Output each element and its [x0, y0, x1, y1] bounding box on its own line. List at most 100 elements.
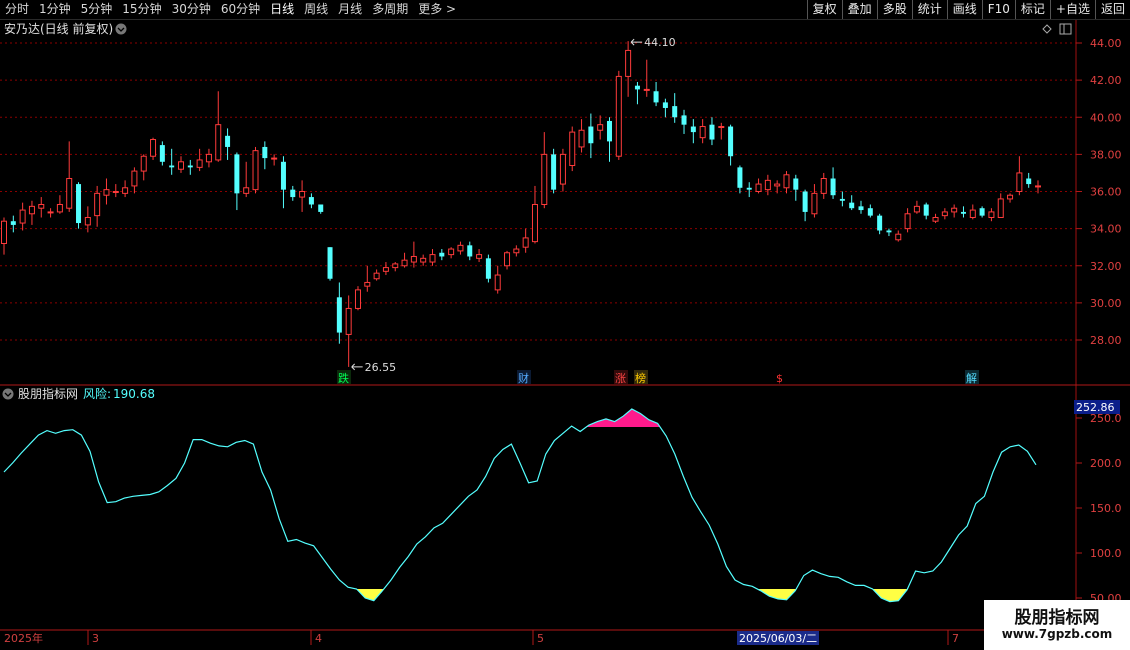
candle: [382, 262, 389, 276]
candle-body: [205, 153, 212, 163]
candle: [318, 204, 324, 214]
candle: [19, 202, 26, 231]
candle-body: [522, 237, 529, 248]
event-marker-finance[interactable]: 财: [518, 371, 529, 385]
event-marker-unlock[interactable]: 解: [966, 371, 977, 385]
candle: [997, 193, 1004, 218]
low-price-label: 26.55: [365, 361, 397, 374]
candle: [569, 126, 576, 172]
candle-body: [895, 233, 902, 241]
candle-body: [830, 178, 836, 196]
candle-body: [401, 259, 408, 267]
candle-body: [979, 208, 985, 216]
candle: [979, 206, 985, 218]
candle-body: [913, 205, 920, 213]
candle: [420, 254, 427, 266]
candle-body: [531, 203, 538, 243]
event-marker-rank[interactable]: 榜: [635, 371, 646, 385]
candle-body: [867, 208, 873, 216]
candle: [66, 141, 73, 212]
event-marker-fall[interactable]: 跌: [338, 371, 349, 385]
candle: [364, 265, 371, 292]
candle: [913, 200, 920, 214]
candle: [112, 184, 119, 198]
dropdown-icon[interactable]: [115, 23, 127, 35]
candle-body: [811, 192, 818, 215]
candle: [345, 295, 352, 367]
candle: [941, 208, 948, 220]
price-gridlines: [0, 42, 1076, 341]
candle-body: [494, 274, 501, 291]
candle-body: [615, 75, 622, 157]
candle: [513, 245, 520, 257]
candle-body: [820, 178, 827, 194]
candle: [401, 252, 408, 268]
watermark: 股朋指标网 www.7gpzb.com: [984, 600, 1130, 650]
price-tick-label: 42.00: [1090, 74, 1122, 87]
candle-body: [47, 211, 54, 214]
candle-body: [215, 124, 222, 161]
candle-body: [839, 198, 845, 201]
candle-body: [308, 197, 314, 205]
candle-body: [551, 154, 557, 190]
candle-body: [84, 216, 91, 226]
candle: [122, 180, 129, 198]
price-tick-label: 44.00: [1090, 37, 1122, 50]
candle: [699, 119, 706, 144]
candle-body: [28, 205, 35, 215]
candle: [960, 206, 966, 218]
candle-body: [429, 254, 436, 263]
candle: [672, 93, 678, 123]
candle-body: [904, 213, 911, 230]
candle-body: [1007, 194, 1014, 200]
candle: [811, 184, 818, 218]
panel-toggle-icon[interactable]: [1059, 23, 1072, 35]
candle: [439, 249, 445, 261]
candle-body: [858, 206, 864, 211]
candle-body: [485, 258, 491, 279]
candle-body: [122, 187, 129, 194]
candle: [588, 113, 594, 159]
candle: [10, 215, 16, 233]
event-marker-rise[interactable]: 涨: [615, 372, 626, 385]
candle: [234, 152, 240, 211]
candle-body: [382, 267, 389, 272]
indicator-tick-label: 100.0: [1090, 547, 1122, 560]
candle: [252, 146, 259, 194]
candle: [867, 204, 873, 218]
crosshair-date: 2025/06/03/二: [739, 632, 817, 645]
indicator-dropdown-icon[interactable]: [2, 388, 14, 400]
candle-body: [225, 135, 231, 147]
high-price-label: 44.10: [644, 36, 676, 49]
candle-body: [140, 155, 147, 172]
candle: [410, 241, 417, 268]
diamond-icon[interactable]: [1042, 24, 1052, 34]
event-marker-dividend[interactable]: $: [776, 372, 783, 385]
candle-body: [1035, 185, 1041, 188]
chart-canvas[interactable]: 44.00 42.00 40.00 38.00 36.00 34.00 32.00 30.00…: [0, 0, 1130, 650]
candle: [299, 180, 306, 212]
candle: [187, 159, 193, 175]
candle-body: [653, 91, 659, 103]
candle-body: [169, 165, 175, 168]
candle-body: [681, 115, 687, 125]
candle: [1016, 156, 1023, 196]
watermark-url: www.7gpzb.com: [1001, 627, 1113, 641]
candle-body: [569, 131, 576, 167]
candle-body: [336, 297, 342, 333]
candle-body: [392, 263, 399, 269]
candle: [606, 117, 612, 162]
candle-body: [159, 145, 165, 162]
candle: [923, 202, 929, 220]
candle: [1, 217, 7, 255]
watermark-title: 股朋指标网: [1014, 608, 1100, 628]
candle: [988, 208, 995, 222]
price-tick-label: 32.00: [1090, 260, 1122, 273]
candle-body: [439, 252, 445, 257]
candle-body: [271, 157, 278, 160]
candle: [764, 174, 771, 196]
candle: [494, 265, 501, 294]
candle-body: [597, 124, 604, 131]
candle: [830, 167, 836, 199]
low-arrow-icon: [351, 363, 363, 371]
